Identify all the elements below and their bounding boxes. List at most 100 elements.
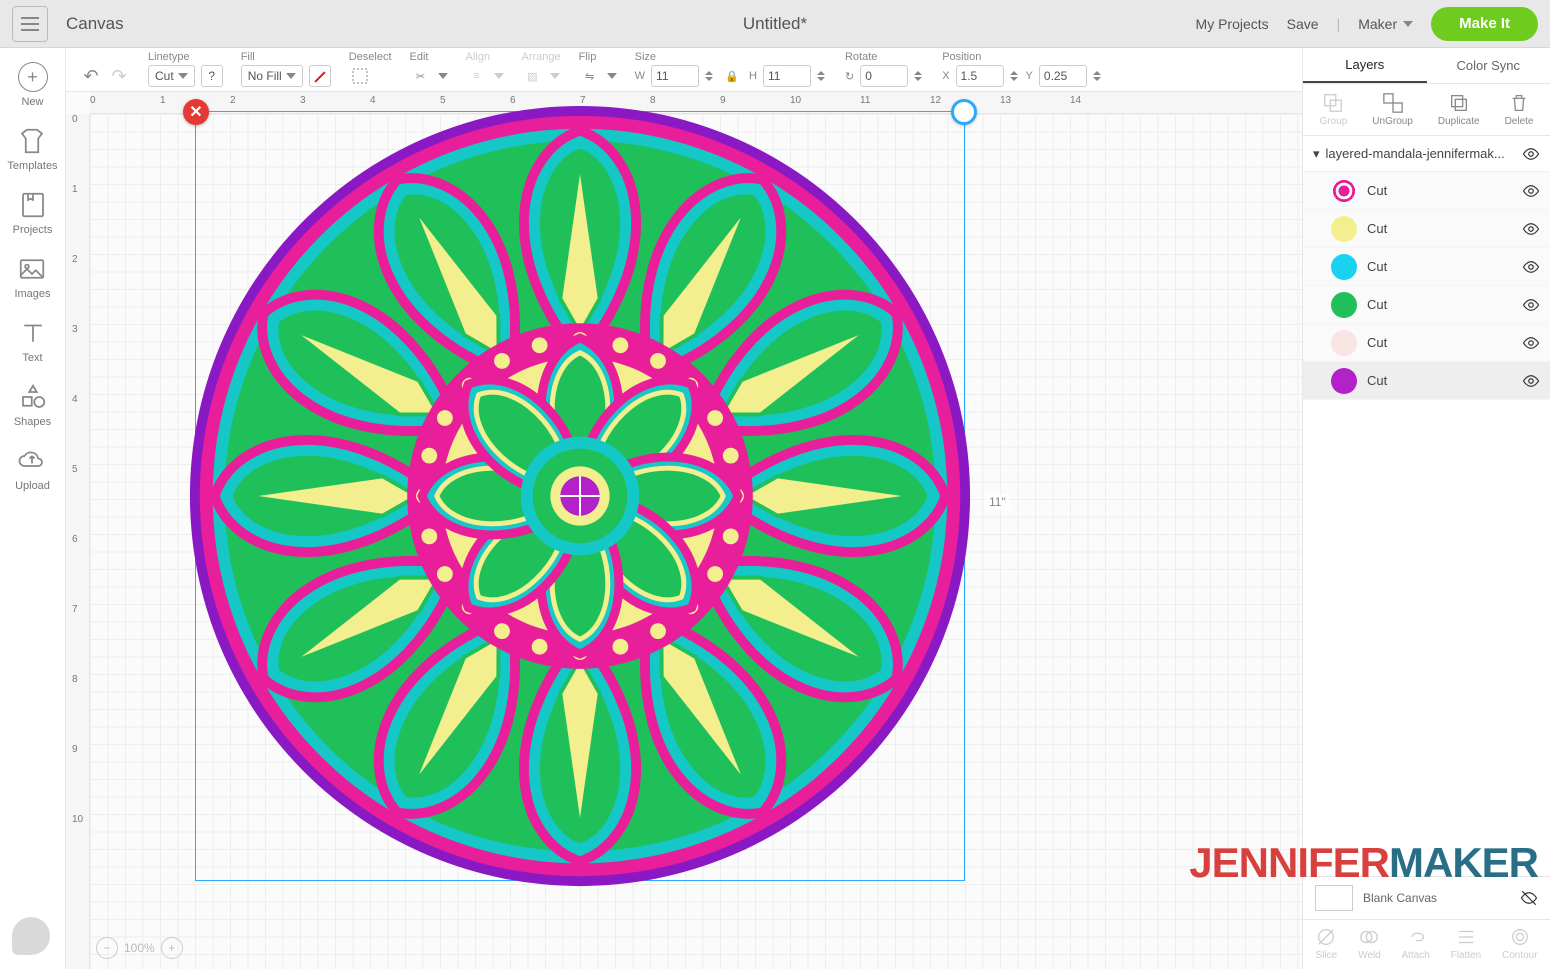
y-stepper[interactable] bbox=[1093, 71, 1103, 81]
group-name: layered-mandala-jennifermak... bbox=[1326, 146, 1516, 161]
fill-swatch[interactable] bbox=[309, 65, 331, 87]
redo-button[interactable]: ↷ bbox=[108, 65, 130, 87]
linetype-help[interactable]: ? bbox=[201, 65, 223, 87]
visibility-toggle[interactable] bbox=[1522, 258, 1540, 276]
canvas-area[interactable]: 01234567891011121314 012345678910 ✕ 11" bbox=[66, 92, 1302, 969]
tab-colorsync[interactable]: Color Sync bbox=[1427, 48, 1550, 83]
chat-icon[interactable] bbox=[12, 917, 50, 955]
linetype-select[interactable]: Cut bbox=[148, 65, 195, 87]
blank-canvas-label: Blank Canvas bbox=[1363, 891, 1437, 905]
app-title: Canvas bbox=[66, 14, 124, 34]
duplicate-button[interactable]: Duplicate bbox=[1438, 92, 1480, 127]
width-input[interactable]: 11 bbox=[651, 65, 699, 87]
x-label: X bbox=[942, 70, 949, 82]
layer-row[interactable]: Cut bbox=[1303, 210, 1550, 248]
weld-button: Weld bbox=[1358, 926, 1381, 961]
zoom-control[interactable]: − 100% + bbox=[96, 937, 183, 959]
w-label: W bbox=[635, 70, 645, 82]
align-label: Align bbox=[466, 51, 504, 63]
flip-button[interactable]: ⇋ bbox=[579, 65, 601, 87]
my-projects-link[interactable]: My Projects bbox=[1196, 16, 1269, 32]
cloud-upload-icon bbox=[17, 446, 47, 476]
menu-button[interactable] bbox=[12, 6, 48, 42]
rotate-handle[interactable] bbox=[951, 99, 977, 125]
x-stepper[interactable] bbox=[1010, 71, 1020, 81]
x-input[interactable]: 1.5 bbox=[956, 65, 1004, 87]
zoom-in-button[interactable]: + bbox=[161, 937, 183, 959]
document-title[interactable]: Untitled* bbox=[743, 14, 807, 34]
machine-select[interactable]: Maker bbox=[1358, 16, 1413, 32]
cut-button[interactable]: ✂ bbox=[410, 65, 432, 87]
projects-label: Projects bbox=[13, 224, 53, 236]
arrange-label: Arrange bbox=[522, 51, 561, 63]
chevron-down-icon: ▾ bbox=[1313, 146, 1320, 162]
footer-actions: Slice Weld Attach Flatten Contour bbox=[1303, 919, 1550, 969]
layer-row[interactable]: Cut bbox=[1303, 286, 1550, 324]
book-icon bbox=[18, 190, 48, 220]
height-input[interactable]: 11 bbox=[763, 65, 811, 87]
blank-swatch bbox=[1315, 885, 1353, 911]
visibility-toggle[interactable] bbox=[1522, 334, 1540, 352]
rotate-input[interactable]: 0 bbox=[860, 65, 908, 87]
h-label: H bbox=[749, 70, 757, 82]
zoom-out-button[interactable]: − bbox=[96, 937, 118, 959]
upload-tool[interactable]: Upload bbox=[15, 446, 50, 492]
visibility-hidden-icon[interactable] bbox=[1520, 889, 1538, 907]
text-tool[interactable]: Text bbox=[18, 318, 48, 364]
text-icon bbox=[18, 318, 48, 348]
dimension-label: 11" bbox=[985, 494, 1010, 510]
projects-tool[interactable]: Projects bbox=[13, 190, 53, 236]
panel-tabs: Layers Color Sync bbox=[1303, 48, 1550, 84]
layer-row[interactable]: Cut bbox=[1303, 324, 1550, 362]
images-tool[interactable]: Images bbox=[14, 254, 50, 300]
templates-tool[interactable]: Templates bbox=[7, 126, 57, 172]
rotate-icon: ↻ bbox=[845, 70, 854, 83]
height-stepper[interactable] bbox=[817, 71, 827, 81]
canvas-grid[interactable]: ✕ 11" bbox=[90, 114, 1302, 969]
layer-thumb bbox=[1331, 216, 1357, 242]
layer-thumb bbox=[1331, 330, 1357, 356]
layer-row[interactable]: Cut bbox=[1303, 362, 1550, 400]
images-label: Images bbox=[14, 288, 50, 300]
chevron-down-icon bbox=[550, 73, 560, 79]
tab-layers[interactable]: Layers bbox=[1303, 48, 1427, 83]
chevron-down-icon bbox=[494, 73, 504, 79]
shapes-tool[interactable]: Shapes bbox=[14, 382, 51, 428]
rotate-stepper[interactable] bbox=[914, 71, 924, 81]
ungroup-button[interactable]: UnGroup bbox=[1372, 92, 1413, 127]
visibility-toggle[interactable] bbox=[1522, 182, 1540, 200]
layer-row[interactable]: Cut bbox=[1303, 172, 1550, 210]
fill-select[interactable]: No Fill bbox=[241, 65, 303, 87]
mandala-artwork[interactable] bbox=[185, 101, 975, 891]
layer-row[interactable]: Cut bbox=[1303, 248, 1550, 286]
left-toolbar: + New Templates Projects Images Text Sha… bbox=[0, 48, 66, 969]
text-label: Text bbox=[22, 352, 42, 364]
layer-thumb bbox=[1331, 254, 1357, 280]
make-it-button[interactable]: Make It bbox=[1431, 7, 1538, 41]
y-input[interactable]: 0.25 bbox=[1039, 65, 1087, 87]
property-bar: ↶ ↷ Linetype Cut ? Fill No Fill Deselect… bbox=[66, 48, 1302, 92]
edit-label: Edit bbox=[410, 51, 448, 63]
lock-icon[interactable]: 🔒 bbox=[721, 65, 743, 87]
shapes-icon bbox=[18, 382, 48, 412]
deselect-button[interactable] bbox=[349, 65, 371, 87]
chevron-down-icon bbox=[607, 73, 617, 79]
chevron-down-icon bbox=[1403, 21, 1413, 27]
save-link[interactable]: Save bbox=[1287, 16, 1319, 32]
visibility-toggle[interactable] bbox=[1522, 145, 1540, 163]
delete-button[interactable]: Delete bbox=[1505, 92, 1534, 127]
visibility-toggle[interactable] bbox=[1522, 296, 1540, 314]
y-label: Y bbox=[1026, 70, 1033, 82]
machine-label: Maker bbox=[1358, 16, 1397, 32]
delete-handle[interactable]: ✕ bbox=[183, 99, 209, 125]
layer-label: Cut bbox=[1367, 221, 1387, 236]
width-stepper[interactable] bbox=[705, 71, 715, 81]
visibility-toggle[interactable] bbox=[1522, 220, 1540, 238]
undo-button[interactable]: ↶ bbox=[80, 65, 102, 87]
visibility-toggle[interactable] bbox=[1522, 372, 1540, 390]
upload-label: Upload bbox=[15, 480, 50, 492]
layer-group-row[interactable]: ▾ layered-mandala-jennifermak... bbox=[1303, 136, 1550, 172]
layer-actions: Group UnGroup Duplicate Delete bbox=[1303, 84, 1550, 136]
flatten-button: Flatten bbox=[1451, 926, 1482, 961]
new-tool[interactable]: + New bbox=[18, 62, 48, 108]
